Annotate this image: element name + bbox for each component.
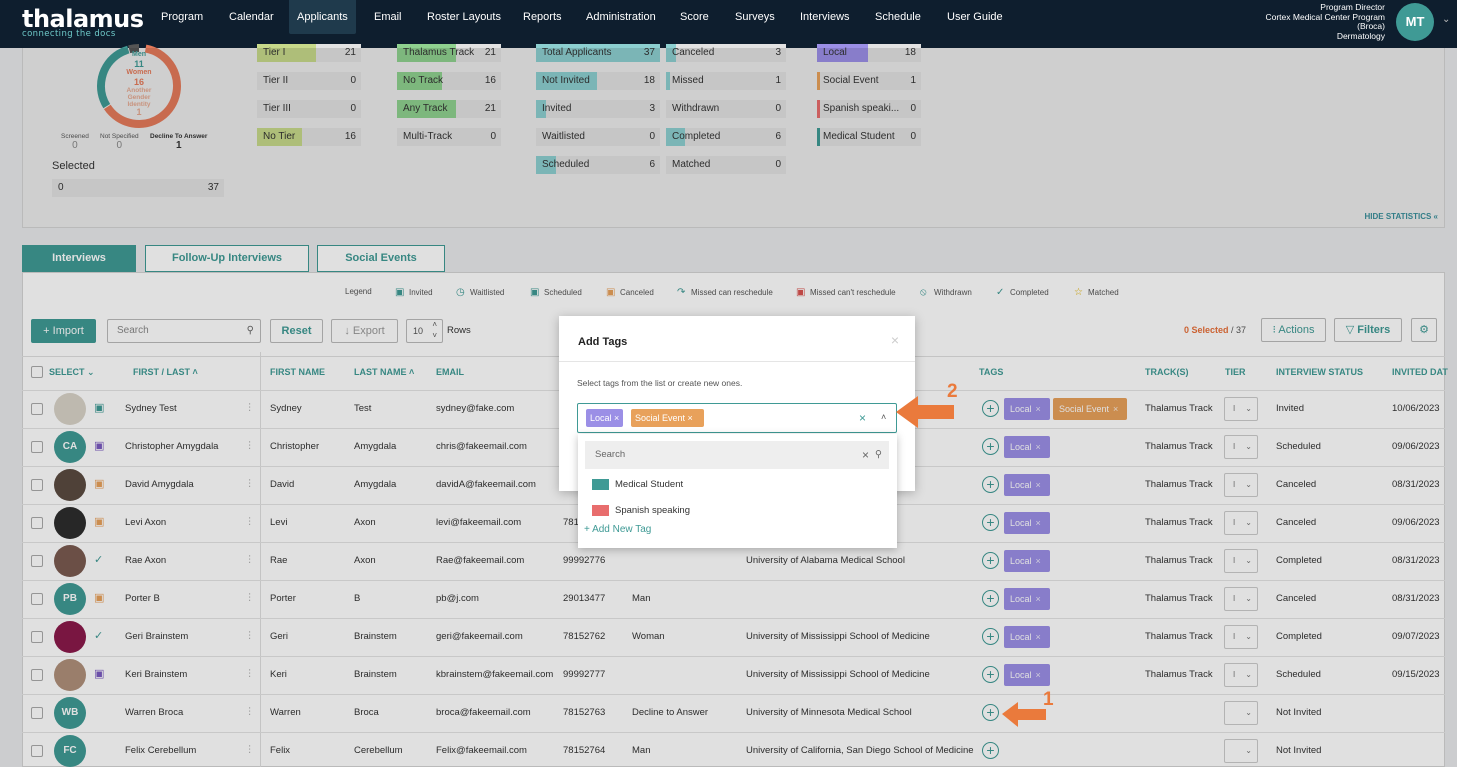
arrow-1-shape — [1002, 702, 1046, 727]
top-navigation-bar: thalamus connecting the docs Program Calen… — [0, 0, 1457, 48]
chevron-up-icon[interactable]: ˄ — [881, 412, 886, 422]
option-spanish-speaking[interactable]: Spanish speaking — [592, 505, 690, 516]
color-swatch — [592, 479, 609, 490]
chip-social-event: Social Event × — [631, 409, 704, 427]
tag-select-input[interactable]: Local × Social Event × × ˄ — [577, 403, 897, 433]
option-label: Medical Student — [615, 479, 684, 491]
nav-reports[interactable]: Reports — [515, 0, 570, 34]
clear-icon[interactable]: × — [862, 441, 869, 469]
modal-divider — [559, 361, 915, 362]
chip-local: Local × — [586, 409, 623, 427]
chip-social-event-label: Social Event — [635, 413, 686, 423]
option-label: Spanish speaking — [615, 505, 690, 517]
arrow-2-shape — [896, 396, 954, 428]
nav-score[interactable]: Score — [672, 0, 717, 34]
nav-email[interactable]: Email — [366, 0, 410, 34]
modal-title: Add Tags — [578, 336, 628, 348]
nav-administration[interactable]: Administration — [578, 0, 664, 34]
dropdown-search-input[interactable]: Search × ⚲ — [585, 441, 889, 469]
tag-dropdown: Search × ⚲ Medical Student Spanish speaking… — [578, 434, 897, 548]
user-avatar[interactable]: MT — [1396, 3, 1434, 41]
nav-program[interactable]: Program — [153, 0, 211, 34]
nav-calendar[interactable]: Calendar — [221, 0, 282, 34]
nav-user-guide[interactable]: User Guide — [939, 0, 1011, 34]
annotation-arrow-2 — [896, 396, 954, 428]
nav-interviews[interactable]: Interviews — [792, 0, 858, 34]
option-medical-student[interactable]: Medical Student — [592, 479, 683, 490]
annotation-number-2: 2 — [947, 381, 958, 402]
search-icon: ⚲ — [875, 449, 882, 460]
user-specialty: Dermatology — [1336, 30, 1385, 41]
nav-surveys[interactable]: Surveys — [727, 0, 783, 34]
chevron-down-icon[interactable]: ⌄ — [1442, 14, 1450, 25]
dropdown-search-placeholder: Search — [595, 449, 626, 460]
clear-icon[interactable]: × — [859, 411, 866, 425]
nav-roster-layouts[interactable]: Roster Layouts — [419, 0, 509, 34]
chip-local-label: Local — [590, 413, 612, 423]
nav-applicants[interactable]: Applicants — [289, 0, 356, 34]
chip-remove-icon[interactable]: × — [614, 413, 619, 423]
user-info: Program Director Cortex Medical Center P… — [1265, 2, 1385, 41]
modal-instructions: Select tags from the list or create new … — [577, 378, 743, 388]
thalamus-logo[interactable]: thalamus connecting the docs — [22, 7, 144, 39]
add-new-tag-link[interactable]: + Add New Tag — [584, 524, 651, 535]
color-swatch — [592, 505, 609, 516]
nav-schedule[interactable]: Schedule — [867, 0, 929, 34]
chip-remove-icon[interactable]: × — [688, 413, 693, 423]
close-icon[interactable]: × — [891, 332, 899, 348]
annotation-number-1: 1 — [1043, 689, 1054, 710]
